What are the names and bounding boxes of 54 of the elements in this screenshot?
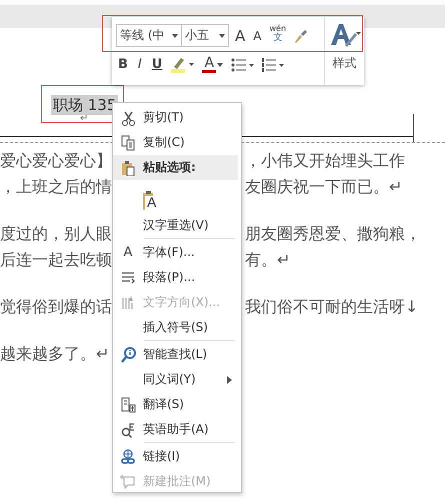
menu-item[interactable]: 英语助手(A) [143, 421, 209, 438]
translate-icon [120, 396, 136, 412]
body-text: ，上班之后的情 [0, 176, 112, 198]
body-text: 有。↵ [245, 249, 292, 271]
menu-item[interactable]: 复制(C) [143, 134, 185, 151]
caret-icon [219, 34, 225, 38]
font-dropdown[interactable]: 等线 (中 [116, 24, 182, 47]
menu-item[interactable]: 段落(P)... [143, 269, 196, 286]
body-text: 后连一起去吃顿 [0, 249, 112, 271]
shrink-font-button[interactable]: A [251, 24, 264, 46]
menu-item[interactable]: 翻译(S) [143, 396, 184, 413]
menu-item[interactable]: 剪切(T) [143, 109, 184, 126]
paragraph-mark: ↵ [80, 114, 88, 123]
menu-item[interactable]: 字体(F)... [143, 244, 195, 261]
highlighter-icon[interactable] [170, 56, 194, 74]
underline-button[interactable]: U [150, 54, 164, 76]
body-text: ，小伟又开始埋头工作 [245, 150, 406, 172]
menu-item[interactable]: 汉字重选(V) [143, 217, 209, 234]
scissors-icon [120, 110, 136, 126]
bullet-list-icon[interactable] [231, 56, 256, 72]
italic-button[interactable]: I [136, 54, 144, 76]
english-assistant-icon [120, 422, 136, 438]
font-icon: A [124, 245, 132, 260]
menu-item[interactable]: 同义词(Y) [143, 371, 196, 388]
paste-text-only-button[interactable]: A [143, 184, 156, 210]
text-direction-icon [120, 294, 136, 310]
numbered-list-icon[interactable] [261, 56, 286, 72]
smart-lookup-icon [120, 346, 136, 362]
comment-icon [120, 474, 136, 490]
body-text: 友圈庆祝一下而已。↵ [245, 176, 404, 198]
font-color-button[interactable]: A [200, 54, 226, 76]
body-text: 我们俗不可耐的生活呀↓ [245, 296, 420, 318]
paste-options-header: 粘贴选项: [143, 159, 196, 176]
copy-icon [120, 134, 136, 150]
menu-item[interactable]: 智能查找(L) [143, 346, 208, 363]
size-dropdown[interactable]: 小五 [181, 24, 229, 47]
grow-font-button[interactable]: A [233, 24, 248, 46]
bold-button[interactable]: B [116, 54, 130, 76]
caret-icon [217, 62, 224, 66]
menu-item[interactable]: 插入符号(S) [143, 319, 208, 336]
body-text: 朋友圈秀恩爱、撒狗粮， [245, 223, 422, 245]
link-icon [120, 448, 136, 464]
clipboard-icon [120, 160, 136, 176]
body-text: 度过的，别人眼 [0, 223, 112, 245]
body-text: 爱心爱心爱心】 [0, 150, 112, 172]
styles-icon[interactable] [328, 23, 360, 47]
paragraph-icon [120, 270, 136, 286]
body-text: 觉得俗到爆的话 [0, 296, 112, 318]
caret-icon [172, 34, 178, 38]
brush-icon[interactable] [292, 28, 308, 44]
body-text: 越来越多了。↵ [0, 343, 110, 365]
styles-label[interactable]: 样式 [332, 55, 356, 72]
menu-item[interactable]: 链接(I) [143, 448, 180, 465]
phonetic-guide-button[interactable]: wén 文 [267, 24, 288, 46]
